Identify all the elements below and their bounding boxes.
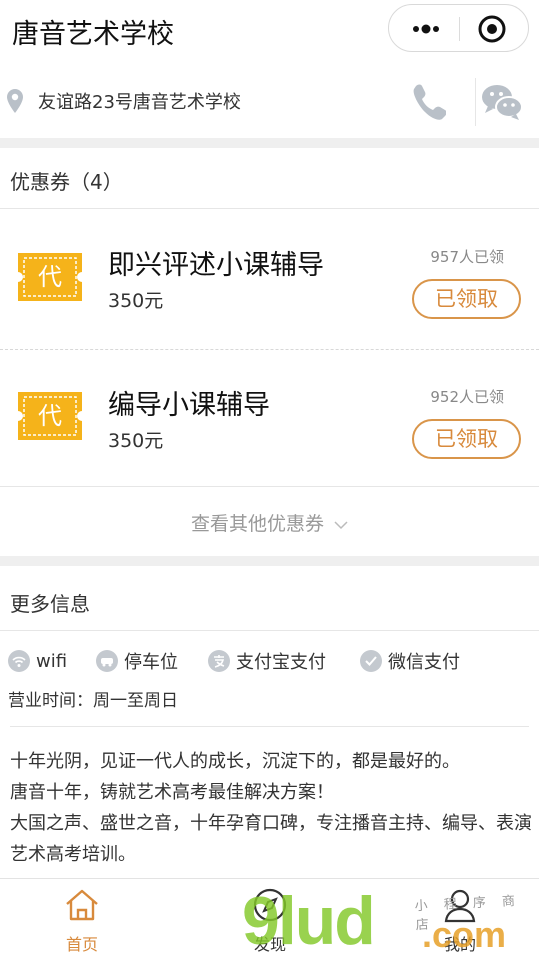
claimed-button[interactable]: 已领取 (412, 419, 521, 459)
more-dots-icon (413, 24, 439, 34)
chevron-down-icon (334, 520, 348, 529)
coupon-name: 编导小课辅导 (108, 390, 270, 421)
more-info-title: 更多信息 (10, 592, 90, 616)
tab-discover[interactable]: 发现 (230, 879, 310, 960)
description-line: 大国之声、盛世之音，十年孕育口碑，专注播音主持、编导、表演艺术高考培训。 (10, 813, 532, 865)
address-row[interactable]: 友谊路23号唐音艺术学校 (0, 72, 539, 130)
facility-list: wifi 停车位 支付宝支付 微信支付 (0, 646, 539, 678)
wechat-icon[interactable] (480, 82, 524, 122)
business-hours: 营业时间：周一至周日 (8, 686, 178, 711)
facility-wifi: wifi (8, 646, 67, 676)
facility-parking: 停车位 (96, 646, 178, 676)
coupon-card: 代 即兴评述小课辅导 350元 957人已领 已领取 (0, 209, 539, 347)
close-miniprogram-button[interactable] (477, 14, 507, 44)
coupon-claimed-count: 952人已领 (430, 388, 504, 406)
location-pin-icon (7, 89, 23, 113)
coupon-name: 即兴评述小课辅导 (108, 250, 324, 281)
tab-label: 首页 (65, 935, 98, 954)
phone-icon[interactable] (410, 82, 446, 120)
voucher-label: 代 (38, 263, 62, 291)
voucher-label: 代 (38, 402, 62, 430)
facility-label: 支付宝支付 (236, 652, 326, 673)
view-more-coupons-link[interactable]: 查看其他优惠券 (0, 509, 539, 536)
section-gap (0, 138, 539, 148)
business-hours-value: 周一至周日 (93, 691, 178, 711)
description-line: 唐音十年，铸就艺术高考最佳解决方案！ (10, 782, 334, 803)
school-description: 十年光阴，见证一代人的成长，沉淀下的，都是最好的。 唐音十年，铸就艺术高考最佳解… (10, 746, 534, 870)
target-close-icon (478, 15, 506, 43)
coupon-section-title: 优惠券（4） (10, 170, 123, 194)
view-more-coupons-label: 查看其他优惠券 (190, 513, 324, 535)
home-icon (66, 889, 98, 921)
capsule-divider (459, 17, 460, 41)
bottom-tab-bar: 首页 发现 我的 (0, 878, 539, 960)
user-icon (444, 889, 476, 923)
voucher-ticket-icon: 代 (13, 253, 87, 301)
compass-icon (253, 888, 287, 922)
miniprogram-capsule (388, 4, 529, 52)
tab-label: 发现 (253, 935, 286, 954)
facility-label: 停车位 (124, 652, 178, 673)
divider (0, 486, 539, 487)
address-text: 友谊路23号唐音艺术学校 (38, 92, 241, 113)
facility-label: 微信支付 (388, 652, 460, 673)
voucher-ticket-icon: 代 (13, 392, 87, 440)
business-hours-label: 营业时间： (8, 691, 93, 711)
alipay-icon (208, 650, 230, 672)
tab-label: 我的 (443, 935, 476, 954)
address-action-divider (475, 78, 476, 126)
divider (10, 726, 529, 727)
facility-label: wifi (36, 650, 68, 672)
title-bar: 唐音艺术学校 (0, 0, 539, 62)
coupon-claimed-count: 957人已领 (430, 248, 504, 266)
more-menu-button[interactable] (411, 17, 441, 41)
parking-icon (96, 650, 118, 672)
facility-alipay: 支付宝支付 (208, 646, 326, 676)
wechat-pay-icon (360, 650, 382, 672)
tab-me[interactable]: 我的 (420, 879, 500, 960)
page-title: 唐音艺术学校 (12, 19, 174, 50)
wifi-icon (8, 650, 30, 672)
description-line: 十年光阴，见证一代人的成长，沉淀下的，都是最好的。 (10, 751, 460, 772)
divider (0, 630, 539, 631)
coupon-price: 350元 (108, 430, 164, 452)
tab-home[interactable]: 首页 (42, 879, 122, 960)
facility-wechat-pay: 微信支付 (360, 646, 460, 676)
coupon-card: 代 编导小课辅导 350元 952人已领 已领取 (0, 349, 539, 487)
section-gap (0, 556, 539, 566)
claimed-button[interactable]: 已领取 (412, 279, 521, 319)
coupon-price: 350元 (108, 290, 164, 312)
